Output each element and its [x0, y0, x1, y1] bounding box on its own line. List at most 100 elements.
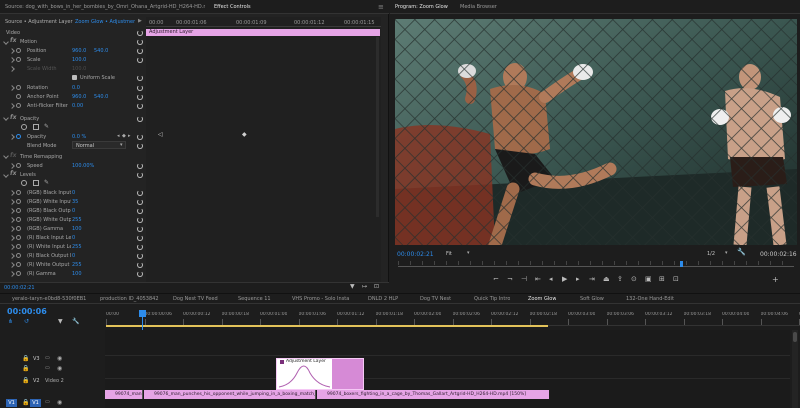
track-v1-eye-icon[interactable]: ◉ — [57, 399, 62, 406]
program-tab[interactable]: Program: Zoom Glow — [395, 4, 448, 10]
snap-icon[interactable]: ⋔ — [8, 318, 13, 325]
levels-fx-icon[interactable]: fx — [10, 170, 16, 177]
export-frame-icon[interactable]: ⊙ — [631, 275, 637, 283]
levels-row-stopwatch-icon[interactable] — [16, 190, 21, 195]
time-remap-collapse-chevron-icon[interactable] — [3, 153, 9, 159]
ellipse-mask-icon[interactable] — [21, 124, 27, 130]
anchor-y-value[interactable]: 540.0 — [94, 94, 108, 100]
position-reset-icon[interactable] — [137, 48, 143, 54]
ec-adjustment-clip-bar[interactable]: Adjustment Layer — [146, 29, 380, 36]
ec-current-time[interactable]: 00:00:02:21 — [4, 285, 35, 291]
play-only-icon[interactable]: ▶ — [138, 18, 142, 24]
uniform-scale-checkbox[interactable] — [72, 75, 77, 80]
work-area-bar[interactable] — [106, 325, 548, 327]
track-v3b-eye-icon[interactable]: ◉ — [57, 365, 62, 372]
marker-icon[interactable]: ▼ — [58, 318, 63, 325]
source-patch-v1[interactable]: V1 — [6, 399, 17, 407]
v1-clip-3[interactable]: 99074_boxers_fighting_in_a_cage_by_Thoma… — [317, 390, 549, 399]
keyframe-diamond-icon[interactable]: ◆ — [242, 131, 247, 138]
fit-dropdown[interactable]: Fit ▾ — [444, 249, 474, 258]
antiflicker-chevron-icon[interactable] — [9, 103, 15, 109]
source-tab[interactable]: Source: dog_with_bows_in_her_bombies_by_… — [5, 4, 205, 10]
position-y-value[interactable]: 540.0 — [94, 48, 108, 54]
speed-stopwatch-icon[interactable] — [16, 163, 21, 168]
vr-icon[interactable]: ⊞ — [659, 275, 665, 283]
opacity-value[interactable]: 0.0 % — [72, 134, 86, 140]
levels-collapse-chevron-icon[interactable] — [3, 172, 9, 178]
timeline-vertical-scrollbar[interactable] — [792, 330, 798, 408]
rotation-value[interactable]: 0.0 — [72, 85, 80, 91]
levels-row-stopwatch-icon[interactable] — [16, 217, 21, 222]
anchor-stopwatch-icon[interactable] — [16, 94, 21, 99]
antiflicker-reset-icon[interactable] — [137, 103, 143, 109]
rotation-reset-icon[interactable] — [137, 85, 143, 91]
levels-row-reset-icon[interactable] — [137, 199, 143, 205]
opacity-chevron-icon[interactable] — [9, 134, 15, 140]
program-playhead[interactable] — [680, 261, 683, 267]
speed-chevron-icon[interactable] — [9, 163, 15, 169]
blend-mode-reset-icon[interactable] — [137, 143, 143, 149]
track-v3-label[interactable]: V3 — [33, 356, 40, 362]
panel-menu-icon[interactable]: ≡ — [378, 3, 384, 11]
levels-row-stopwatch-icon[interactable] — [16, 244, 21, 249]
levels-row-reset-icon[interactable] — [137, 244, 143, 250]
timeline-tab[interactable]: Dog Nest TV Feed — [173, 296, 218, 302]
speed-value[interactable]: 100.00% — [72, 163, 94, 169]
timeline-tab[interactable]: yeralo-taryn-e0bd8-530f0EB1 — [12, 296, 86, 302]
program-video-frame[interactable] — [395, 19, 797, 245]
source-clip-label[interactable]: Source • Adjustment Layer — [5, 19, 73, 25]
levels-row-value[interactable]: 0 — [72, 190, 75, 196]
levels-row-reset-icon[interactable] — [137, 253, 143, 259]
track-v3-lock-icon[interactable]: 🔒 — [22, 355, 29, 362]
levels-row-reset-icon[interactable] — [137, 226, 143, 232]
blend-mode-dropdown[interactable]: Normal ▾ — [72, 141, 126, 149]
levels-row-chevron-icon[interactable] — [9, 244, 15, 250]
levels-row-reset-icon[interactable] — [137, 190, 143, 196]
uniform-scale-reset-icon[interactable] — [137, 75, 143, 81]
scale-reset-icon[interactable] — [137, 57, 143, 63]
mark-in-icon[interactable]: ⌐ — [493, 275, 499, 283]
ec-ruler[interactable]: 00:00 00:00:01:06 00:00:01:09 00:00:01:1… — [146, 17, 381, 27]
levels-row-value[interactable]: 255 — [72, 244, 82, 250]
motion-collapse-chevron-icon[interactable] — [3, 39, 9, 45]
comparison-view-icon[interactable]: ▣ — [645, 275, 652, 283]
levels-row-stopwatch-icon[interactable] — [16, 199, 21, 204]
go-to-in-icon[interactable]: ⇤ — [535, 275, 541, 283]
opacity-stopwatch-icon[interactable] — [16, 134, 21, 139]
levels-row-chevron-icon[interactable] — [9, 199, 15, 205]
levels-row-value[interactable]: 100 — [72, 271, 82, 277]
export-icon[interactable]: ↦ — [362, 283, 367, 290]
media-browser-tab[interactable]: Media Browser — [460, 4, 497, 10]
track-v2-lock-icon[interactable]: 🔒 — [22, 377, 29, 384]
levels-row-stopwatch-icon[interactable] — [16, 226, 21, 231]
levels-row-chevron-icon[interactable] — [9, 217, 15, 223]
levels-row-chevron-icon[interactable] — [9, 226, 15, 232]
scale-width-chevron-icon[interactable] — [9, 66, 15, 72]
levels-row-chevron-icon[interactable] — [9, 208, 15, 214]
timeline-tab[interactable]: production ID_4053842 — [100, 296, 159, 302]
position-stopwatch-icon[interactable] — [16, 48, 21, 53]
step-forward-icon[interactable]: ▸ — [576, 275, 580, 283]
levels-row-chevron-icon[interactable] — [9, 190, 15, 196]
timeline-tab[interactable]: Zoom Glow — [528, 296, 556, 302]
extract-icon[interactable]: ⇪ — [617, 275, 623, 283]
position-x-value[interactable]: 960.0 — [72, 48, 86, 54]
timeline-tab[interactable]: VHS Promo - Solo Insta — [292, 296, 349, 302]
v1-clip-2[interactable]: 99076_man_punches_his_opponent_while_jum… — [144, 390, 316, 399]
levels-row-stopwatch-icon[interactable] — [16, 262, 21, 267]
program-scrub-bar[interactable] — [398, 261, 794, 267]
track-v2-label[interactable]: V2 — [33, 378, 40, 384]
levels-pen-mask-icon[interactable]: ✎ — [44, 179, 49, 186]
keyframe-left-icon[interactable]: ◁ — [158, 131, 163, 138]
opacity-fx-icon[interactable]: fx — [10, 114, 16, 121]
levels-ellipse-mask-icon[interactable] — [21, 180, 27, 186]
levels-row-value[interactable]: 0 — [72, 235, 75, 241]
levels-row-value[interactable]: 255 — [72, 217, 82, 223]
track-v3-sync-icon[interactable]: ▭ — [45, 355, 50, 361]
linked-selection-icon[interactable]: ↺ — [24, 318, 29, 325]
track-area[interactable]: Adjustment Layer 99074_man... 99076_man_… — [105, 330, 790, 408]
v1-clip-1[interactable]: 99074_man... — [105, 390, 143, 399]
timeline-tab[interactable]: Sequence 11 — [238, 296, 271, 302]
rotation-chevron-icon[interactable] — [9, 85, 15, 91]
scale-chevron-icon[interactable] — [9, 57, 15, 63]
